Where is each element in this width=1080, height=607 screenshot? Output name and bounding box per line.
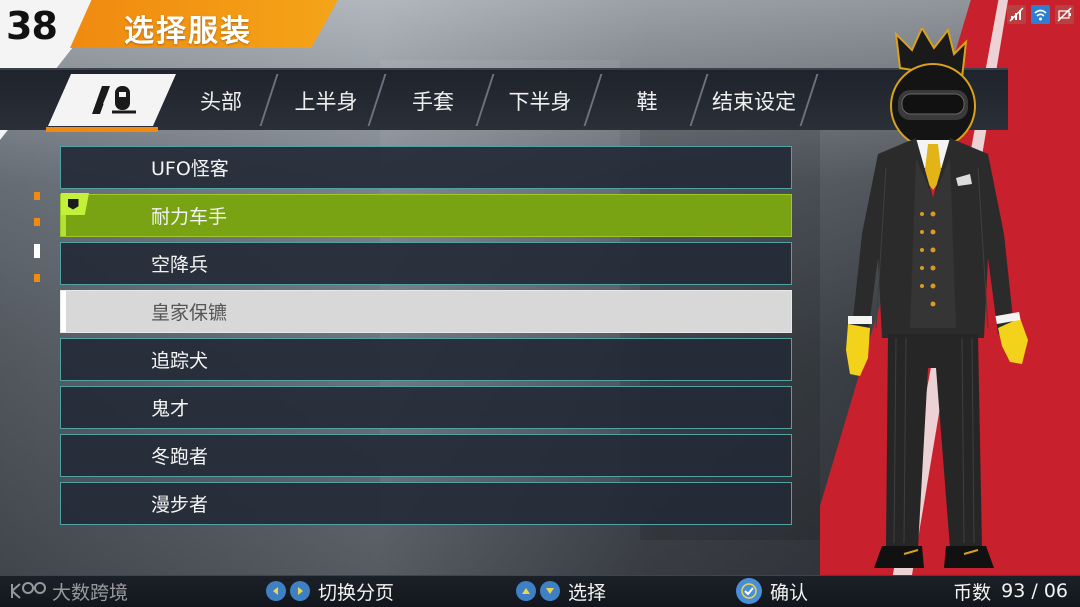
tab-finish[interactable]: 结束设定 — [704, 76, 804, 126]
page-dot — [34, 218, 40, 226]
hint-confirm-label: 确认 — [770, 581, 809, 604]
outfit-label: UFO怪客 — [151, 158, 229, 180]
level-number: 38 — [6, 4, 58, 48]
list-item[interactable]: 漫步者 — [60, 482, 792, 525]
flag-icon — [61, 193, 89, 215]
outfit-label: 漫步者 — [151, 494, 209, 516]
tab-shoes[interactable]: 鞋 — [602, 76, 692, 126]
hint-switch-page-label: 切换分页 — [318, 581, 395, 604]
list-item[interactable]: UFO怪客 — [60, 146, 792, 189]
outfit-label: 空降兵 — [151, 254, 209, 276]
coin-counter: 币数 93 / 06 — [953, 576, 1068, 606]
page-indicator — [34, 192, 42, 300]
signal-off-icon — [1007, 5, 1026, 24]
status-icons — [1007, 5, 1074, 24]
tab-upper-body[interactable]: 上半身 — [280, 76, 372, 126]
page-dot — [34, 274, 40, 282]
list-item[interactable]: 鬼才 — [60, 386, 792, 429]
coins-label: 币数 — [953, 581, 992, 604]
list-item[interactable]: 冬跑者 — [60, 434, 792, 477]
list-item[interactable]: 追踪犬 — [60, 338, 792, 381]
character-preview — [846, 28, 1028, 568]
coins-value: 93 / 06 — [1001, 580, 1068, 602]
hint-switch-page[interactable]: 切换分页 — [266, 576, 394, 606]
outfit-label: 皇家保镳 — [151, 302, 228, 324]
hint-select[interactable]: 选择 — [516, 576, 606, 606]
page-title: 选择服装 — [124, 14, 252, 49]
outfit-list: UFO怪客 耐力车手 空降兵 皇家保镳 追踪犬 鬼才 冬跑者 漫步者 — [60, 146, 792, 530]
outfit-label: 鬼才 — [151, 398, 190, 420]
outfit-label: 耐力车手 — [151, 206, 228, 228]
watermark-logo-icon — [11, 582, 46, 599]
list-item-equipped[interactable]: 皇家保镳 — [60, 290, 792, 333]
list-item-selected[interactable]: 耐力车手 — [60, 193, 792, 237]
right-arrow-button-icon — [290, 581, 310, 601]
down-arrow-button-icon — [540, 581, 560, 601]
wifi-icon — [1031, 5, 1050, 24]
list-item[interactable]: 空降兵 — [60, 242, 792, 285]
outfit-icon — [92, 86, 136, 114]
tab-lower-body[interactable]: 下半身 — [494, 76, 586, 126]
up-arrow-button-icon — [516, 581, 536, 601]
hint-select-label: 选择 — [568, 581, 607, 604]
hint-confirm[interactable]: 确认 — [736, 576, 808, 606]
confirm-button-icon — [736, 578, 762, 604]
watermark-text: 大数跨境 — [52, 581, 129, 604]
page-dot-active — [34, 244, 40, 258]
outfit-label: 追踪犬 — [151, 350, 209, 372]
outfit-label: 冬跑者 — [151, 446, 209, 468]
page-dot — [34, 192, 40, 200]
left-arrow-button-icon — [266, 581, 286, 601]
tab-gloves[interactable]: 手套 — [388, 76, 478, 126]
tab-active-underline — [46, 127, 158, 132]
watermark: 大数跨境 — [8, 576, 128, 606]
battery-low-icon — [1055, 5, 1074, 24]
tab-head[interactable]: 头部 — [176, 76, 266, 126]
